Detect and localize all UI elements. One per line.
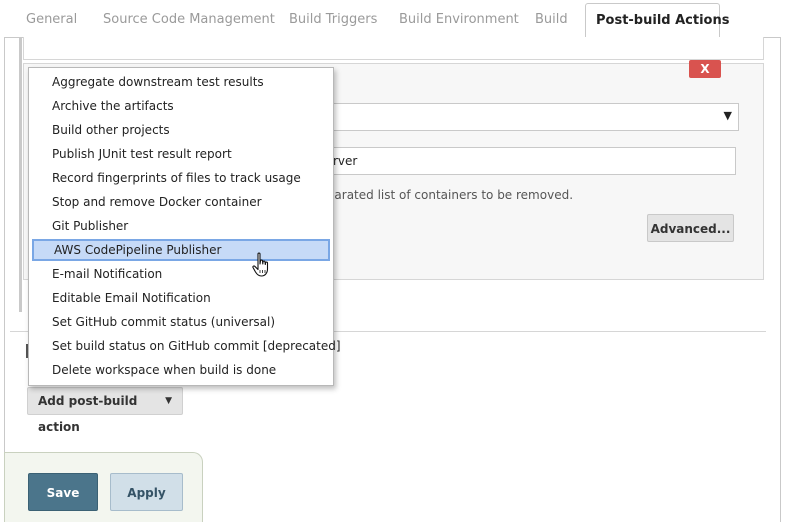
menu-item-email-notification[interactable]: E-mail Notification xyxy=(32,263,330,285)
menu-item-set-build-status-github[interactable]: Set build status on GitHub commit [depre… xyxy=(32,335,341,357)
container-select[interactable]: ▼ xyxy=(302,103,739,131)
tab-build-environment[interactable]: Build Environment xyxy=(399,0,519,38)
section-left-rule xyxy=(19,37,22,312)
menu-item-aws-codepipeline-publisher[interactable]: AWS CodePipeline Publisher xyxy=(32,239,330,261)
menu-item-delete-workspace[interactable]: Delete workspace when build is done xyxy=(32,359,330,381)
help-text: a separated list of containers to be rem… xyxy=(302,188,574,202)
menu-item-git-publisher[interactable]: Git Publisher xyxy=(32,215,330,237)
container-name-input[interactable]: -server xyxy=(302,147,736,175)
menu-item-set-github-commit-status[interactable]: Set GitHub commit status (universal) xyxy=(32,311,330,333)
tab-source-code-management[interactable]: Source Code Management xyxy=(103,0,275,38)
tab-bar: General Source Code Management Build Tri… xyxy=(0,0,790,38)
save-button[interactable]: Save xyxy=(28,473,98,511)
menu-item-record-fingerprints[interactable]: Record fingerprints of files to track us… xyxy=(32,167,330,189)
tab-general[interactable]: General xyxy=(26,0,77,38)
menu-item-aggregate-downstream-test-results[interactable]: Aggregate downstream test results xyxy=(32,71,330,93)
tab-build[interactable]: Build xyxy=(535,0,568,38)
previous-section-box xyxy=(23,37,764,60)
menu-item-archive-artifacts[interactable]: Archive the artifacts xyxy=(32,95,330,117)
tab-build-triggers[interactable]: Build Triggers xyxy=(289,0,377,38)
menu-item-stop-remove-docker-container[interactable]: Stop and remove Docker container xyxy=(32,191,330,213)
tab-post-build-actions[interactable]: Post-build Actions xyxy=(585,3,729,38)
caret-down-icon: ▼ xyxy=(165,396,172,406)
add-post-build-action-button[interactable]: Add post-build action ▼ xyxy=(27,387,183,434)
advanced-button[interactable]: Advanced... xyxy=(647,214,734,242)
apply-button[interactable]: Apply xyxy=(110,473,183,511)
post-build-action-menu: Aggregate downstream test results Archiv… xyxy=(28,67,341,386)
menu-item-publish-junit-report[interactable]: Publish JUnit test result report xyxy=(32,143,330,165)
hand-pointer-icon xyxy=(252,252,269,277)
menu-item-build-other-projects[interactable]: Build other projects xyxy=(32,119,330,141)
delete-step-button[interactable]: X xyxy=(689,60,721,78)
caret-down-icon: ▼ xyxy=(723,109,732,122)
menu-item-editable-email-notification[interactable]: Editable Email Notification xyxy=(32,287,330,309)
